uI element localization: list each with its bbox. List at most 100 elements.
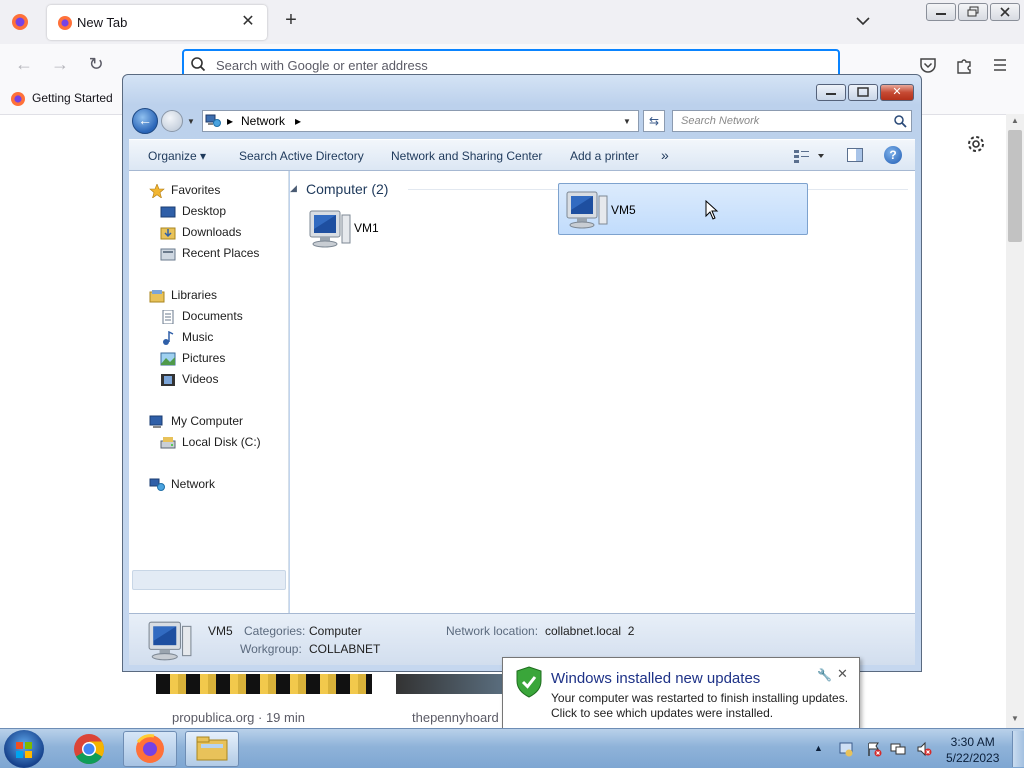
explorer-close-button[interactable]: ✕ <box>880 84 914 101</box>
search-active-directory-button[interactable]: Search Active Directory <box>239 149 364 163</box>
browser-minimize-button[interactable] <box>926 3 956 21</box>
explorer-minimize-button[interactable] <box>816 84 846 101</box>
story-thumbnail[interactable] <box>156 674 372 694</box>
options-wrench-icon[interactable]: 🔧 <box>817 668 832 682</box>
security-shield-check-icon <box>515 666 543 698</box>
computer-item-vm5[interactable]: VM5 <box>558 183 808 235</box>
group-header-computer[interactable]: Computer (2) <box>306 181 388 197</box>
story-source[interactable]: propublica.org · 19 min <box>172 710 305 725</box>
notification-line-2: Click to see which updates were installe… <box>551 706 774 720</box>
search-icon[interactable] <box>893 114 907 128</box>
nav-item-desktop[interactable]: Desktop <box>160 201 226 221</box>
music-note-icon <box>160 330 176 345</box>
address-dropdown-icon[interactable]: ▼ <box>623 117 631 126</box>
gear-icon[interactable] <box>966 134 986 154</box>
firefox-icon <box>57 15 73 31</box>
scroll-up-icon[interactable]: ▲ <box>1008 116 1022 128</box>
volume-muted-icon[interactable] <box>916 741 932 757</box>
update-notification-balloon[interactable]: Windows installed new updates Your compu… <box>502 657 860 729</box>
notification-close-icon[interactable]: ✕ <box>837 666 848 682</box>
new-tab-button[interactable]: + <box>280 9 302 31</box>
computer-monitor-icon <box>565 190 609 230</box>
breadcrumb-separator-icon[interactable]: ▸ <box>295 114 301 128</box>
computer-item-vm1[interactable]: VM1 <box>302 203 552 253</box>
show-hidden-icons-chevron-icon[interactable]: ▲ <box>814 743 830 759</box>
refresh-icon[interactable]: ⇆ <box>643 110 665 132</box>
preview-pane-icon[interactable] <box>847 148 863 162</box>
forward-arrow-icon[interactable]: → <box>48 52 72 76</box>
nav-item-downloads[interactable]: Downloads <box>160 222 241 242</box>
collapse-group-icon[interactable]: ◢ <box>290 183 297 194</box>
nav-item-my-computer[interactable]: My Computer <box>149 411 243 431</box>
browser-close-button[interactable] <box>990 3 1020 21</box>
show-desktop-button[interactable] <box>1012 731 1024 767</box>
detail-location-label: Network location: <box>446 624 539 638</box>
computer-item-label: VM5 <box>611 203 636 217</box>
add-a-printer-button[interactable]: Add a printer <box>570 149 639 163</box>
explorer-window: ✕ ← ▼ ▸ Network ▸ ▼ ⇆ Search Network Org… <box>122 74 922 672</box>
detail-categories-label: Categories: <box>244 624 306 638</box>
windows-update-tray-icon[interactable] <box>838 741 854 757</box>
firefox-icon <box>10 91 26 107</box>
detail-workgroup-label: Workgroup: <box>240 642 302 656</box>
forward-arrow-icon[interactable] <box>161 110 183 132</box>
network-and-sharing-center-button[interactable]: Network and Sharing Center <box>391 149 542 163</box>
firefox-view-icon[interactable] <box>10 12 30 32</box>
nav-item-local-disk[interactable]: Local Disk (C:) <box>160 432 261 452</box>
nav-item-music[interactable]: Music <box>160 327 213 347</box>
back-arrow-icon[interactable]: ← <box>132 108 158 134</box>
scroll-down-icon[interactable]: ▼ <box>1008 714 1022 726</box>
menu-hamburger-icon[interactable] <box>990 55 1010 75</box>
tab-close-icon[interactable]: ✕ <box>237 11 259 33</box>
scrollbar-thumb[interactable] <box>1008 130 1022 242</box>
network-icon <box>149 478 165 492</box>
url-placeholder: Search with Google or enter address <box>216 58 428 73</box>
back-arrow-icon[interactable]: ← <box>12 52 36 76</box>
address-bar[interactable]: ▸ Network ▸ ▼ <box>202 110 639 132</box>
pocket-icon[interactable] <box>918 55 938 75</box>
search-icon <box>190 56 206 72</box>
nav-item-pictures[interactable]: Pictures <box>160 348 225 368</box>
notification-line-1: Your computer was restarted to finish in… <box>551 691 849 705</box>
detail-workgroup-value: COLLABNET <box>309 642 381 656</box>
nav-item-favorites[interactable]: Favorites <box>149 180 220 200</box>
recent-pages-chevron-icon[interactable]: ▼ <box>187 117 195 126</box>
tab-new-tab[interactable]: New Tab ✕ <box>47 5 267 40</box>
videos-film-icon <box>160 373 176 387</box>
tray-clock[interactable]: 3:30 AM 5/22/2023 <box>946 734 999 766</box>
nav-item-documents[interactable]: Documents <box>160 306 243 326</box>
breadcrumb-separator-icon[interactable]: ▸ <box>227 114 233 128</box>
list-all-tabs-chevron-icon[interactable] <box>852 10 874 32</box>
organize-menu[interactable]: Organize ▾ <box>148 149 206 163</box>
browser-restore-button[interactable] <box>958 3 988 21</box>
story-source[interactable]: thepennyhoard <box>412 710 500 725</box>
start-button-windows-logo-icon[interactable] <box>4 730 44 768</box>
story-thumbnail[interactable] <box>396 674 506 694</box>
extensions-icon[interactable] <box>954 55 974 75</box>
star-icon <box>149 183 165 199</box>
documents-icon <box>160 309 176 325</box>
nav-item-videos[interactable]: Videos <box>160 369 218 389</box>
action-center-flag-error-icon[interactable] <box>866 741 882 757</box>
search-box[interactable]: Search Network <box>672 110 912 132</box>
network-tray-icon[interactable] <box>890 741 906 757</box>
clock-date: 5/22/2023 <box>946 751 1000 765</box>
nav-item-network[interactable]: Network <box>149 474 215 494</box>
clock-time: 3:30 AM <box>950 735 995 749</box>
downloads-folder-icon <box>160 226 176 240</box>
taskbar-firefox-icon[interactable] <box>123 731 177 767</box>
help-icon[interactable]: ? <box>884 146 902 164</box>
nav-item-libraries[interactable]: Libraries <box>149 285 217 305</box>
reload-icon[interactable]: ↻ <box>84 52 108 76</box>
bookmark-getting-started[interactable]: Getting Started <box>10 91 113 107</box>
taskbar-explorer-folder-icon[interactable] <box>185 731 239 767</box>
explorer-maximize-button[interactable] <box>848 84 878 101</box>
computer-icon <box>149 415 165 429</box>
nav-selection-highlight <box>132 570 286 590</box>
more-commands-button[interactable]: » <box>661 147 669 163</box>
change-view-icon[interactable] <box>793 148 825 164</box>
taskbar-chrome-icon[interactable] <box>62 731 116 767</box>
nav-item-recent-places[interactable]: Recent Places <box>160 243 259 263</box>
navigation-pane: Favorites Desktop Downloads Recent Place… <box>129 171 289 613</box>
breadcrumb-network[interactable]: Network <box>241 114 285 128</box>
